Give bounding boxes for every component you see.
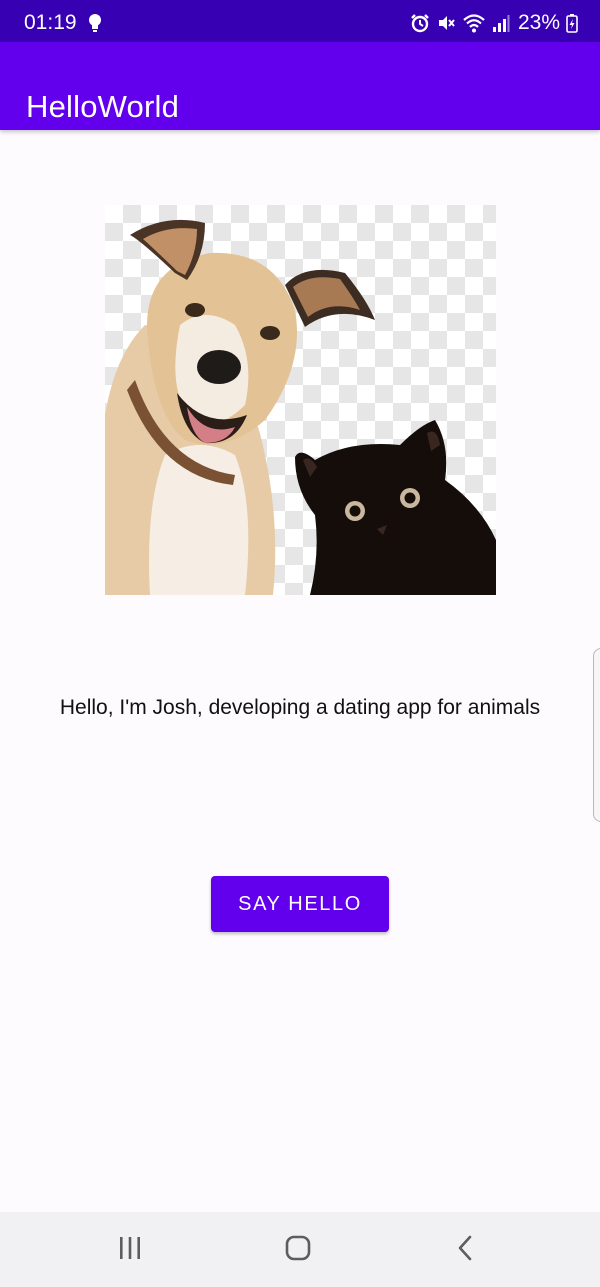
alarm-icon — [410, 13, 430, 33]
status-time: 01:19 — [24, 11, 77, 34]
edge-panel-handle[interactable] — [593, 648, 600, 822]
back-button[interactable] — [446, 1230, 486, 1270]
app-bar: HelloWorld — [0, 42, 600, 130]
wifi-icon — [462, 13, 486, 33]
home-button[interactable] — [278, 1230, 318, 1270]
recents-icon — [117, 1235, 143, 1266]
battery-percent: 23% — [517, 11, 560, 34]
mute-icon — [436, 13, 456, 33]
dog-and-cat-image — [105, 205, 496, 595]
status-icons: 23% — [410, 11, 578, 35]
say-hello-button[interactable]: SAY HELLO — [211, 876, 389, 932]
message-text: Hello, I'm Josh, developing a dating app… — [59, 696, 541, 719]
bulb-icon — [88, 13, 102, 33]
home-icon — [284, 1234, 312, 1267]
recents-button[interactable] — [110, 1230, 150, 1270]
battery-charging-icon — [566, 13, 578, 33]
back-icon — [453, 1235, 479, 1266]
app-title: HelloWorld — [26, 88, 180, 124]
status-bar: 01:19 23% — [0, 0, 600, 42]
navigation-bar — [0, 1212, 600, 1287]
signal-icon — [492, 13, 510, 33]
